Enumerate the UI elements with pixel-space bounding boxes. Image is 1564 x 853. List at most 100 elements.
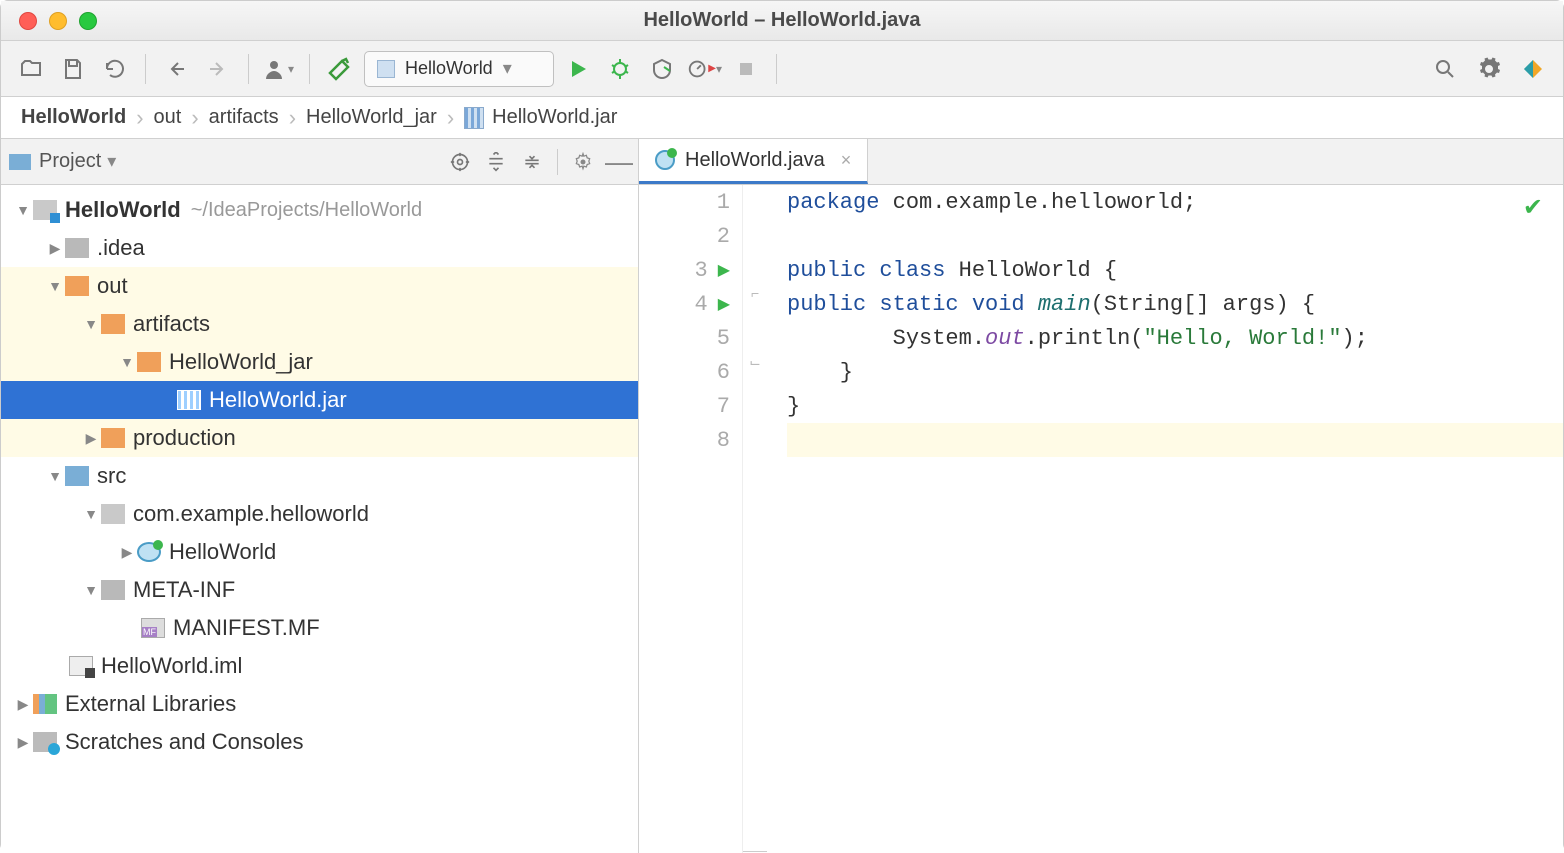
- run-gutter-icon[interactable]: ▶: [718, 294, 730, 314]
- collapse-arrow-icon[interactable]: ▼: [117, 354, 137, 370]
- coverage-icon[interactable]: [644, 51, 680, 87]
- collapse-arrow-icon[interactable]: ▼: [81, 316, 101, 332]
- chevron-right-icon: ›: [136, 105, 143, 131]
- expand-arrow-icon[interactable]: ▶: [45, 240, 65, 257]
- line-number: 7: [717, 394, 730, 419]
- forward-icon[interactable]: [200, 51, 236, 87]
- tree-file-iml[interactable]: HelloWorld.iml: [1, 647, 638, 685]
- editor-area: HelloWorld.java × 1 2 3▶ 4▶ 5 6 7 8 ⌐ ⌙: [639, 139, 1563, 853]
- breadcrumb-item[interactable]: out: [154, 106, 182, 129]
- breadcrumb: HelloWorld › out › artifacts › HelloWorl…: [1, 97, 1563, 139]
- collapse-arrow-icon[interactable]: ▼: [81, 506, 101, 522]
- project-view-icon: [9, 154, 31, 170]
- stop-icon[interactable]: [728, 51, 764, 87]
- class-icon: [137, 542, 161, 562]
- tree-project-root[interactable]: ▼ HelloWorld ~/IdeaProjects/HelloWorld: [1, 191, 638, 229]
- run-icon[interactable]: [560, 51, 596, 87]
- gear-icon[interactable]: [1471, 51, 1507, 87]
- libraries-icon: [33, 694, 57, 714]
- line-number: 6: [717, 360, 730, 385]
- toolbar-separator: [776, 54, 777, 84]
- tree-folder-production[interactable]: ▶ production: [1, 419, 638, 457]
- tree-external-libraries[interactable]: ▶ External Libraries: [1, 685, 638, 723]
- collapse-all-icon[interactable]: [521, 151, 543, 173]
- build-icon[interactable]: [322, 51, 358, 87]
- project-panel-title[interactable]: Project: [39, 150, 101, 173]
- fold-icon[interactable]: ⌐: [743, 287, 767, 321]
- profile-icon[interactable]: ▶▾: [686, 51, 722, 87]
- jetbrains-icon[interactable]: [1515, 51, 1551, 87]
- run-gutter-icon[interactable]: ▶: [718, 260, 730, 280]
- hide-icon[interactable]: —: [608, 151, 630, 173]
- iml-icon: [69, 656, 93, 676]
- code-content[interactable]: ✔ package com.example.helloworld; public…: [767, 185, 1563, 853]
- tree-scratches[interactable]: ▶ Scratches and Consoles: [1, 723, 638, 761]
- save-icon[interactable]: [55, 51, 91, 87]
- tree-label: META-INF: [133, 577, 235, 603]
- breadcrumb-item[interactable]: HelloWorld: [21, 106, 126, 129]
- tab-label: HelloWorld.java: [685, 149, 825, 172]
- breadcrumb-item[interactable]: artifacts: [209, 106, 279, 129]
- toolbar-separator: [309, 54, 310, 84]
- line-number: 4: [694, 292, 707, 317]
- expand-arrow-icon[interactable]: ▶: [13, 734, 33, 751]
- tree-folder-src[interactable]: ▼ src: [1, 457, 638, 495]
- breadcrumb-item[interactable]: HelloWorld.jar: [464, 106, 617, 129]
- folder-icon: [65, 238, 89, 258]
- back-icon[interactable]: [158, 51, 194, 87]
- inspection-ok-icon[interactable]: ✔: [1523, 193, 1543, 223]
- tree-label: .idea: [97, 235, 145, 261]
- chevron-right-icon: ›: [191, 105, 198, 131]
- tree-folder-jar[interactable]: ▼ HelloWorld_jar: [1, 343, 638, 381]
- tree-folder-out[interactable]: ▼ out: [1, 267, 638, 305]
- tree-label: HelloWorld_jar: [169, 349, 313, 375]
- scratches-icon: [33, 732, 57, 752]
- tree-file-jar[interactable]: HelloWorld.jar: [1, 381, 638, 419]
- gear-icon[interactable]: [572, 151, 594, 173]
- breadcrumb-item[interactable]: HelloWorld_jar: [306, 106, 437, 129]
- fold-column: ⌐ ⌙: [743, 185, 767, 853]
- chevron-down-icon: ▾: [503, 58, 512, 79]
- tree-package[interactable]: ▼ com.example.helloworld: [1, 495, 638, 533]
- code-editor[interactable]: 1 2 3▶ 4▶ 5 6 7 8 ⌐ ⌙ ✔ package com.exam…: [639, 185, 1563, 853]
- tree-file-manifest[interactable]: MANIFEST.MF: [1, 609, 638, 647]
- run-config-selector[interactable]: HelloWorld ▾: [364, 51, 554, 87]
- collapse-arrow-icon[interactable]: ▼: [13, 202, 33, 218]
- collapse-arrow-icon[interactable]: ▼: [81, 582, 101, 598]
- user-icon[interactable]: ▾: [261, 51, 297, 87]
- folder-icon: [137, 352, 161, 372]
- module-icon: [33, 200, 57, 220]
- expand-arrow-icon[interactable]: ▶: [117, 544, 137, 561]
- tree-class[interactable]: ▶ HelloWorld: [1, 533, 638, 571]
- titlebar: HelloWorld – HelloWorld.java: [1, 1, 1563, 41]
- tree-folder-metainf[interactable]: ▼ META-INF: [1, 571, 638, 609]
- tree-folder-idea[interactable]: ▶ .idea: [1, 229, 638, 267]
- expand-arrow-icon[interactable]: ▶: [13, 696, 33, 713]
- folder-icon: [101, 314, 125, 334]
- chevron-right-icon: ›: [289, 105, 296, 131]
- folder-icon: [101, 428, 125, 448]
- line-number: 2: [717, 224, 730, 249]
- fold-icon[interactable]: ⌙: [743, 355, 767, 389]
- expand-arrow-icon[interactable]: ▶: [81, 430, 101, 447]
- tree-folder-artifacts[interactable]: ▼ artifacts: [1, 305, 638, 343]
- chevron-down-icon[interactable]: ▾: [107, 151, 116, 172]
- locate-icon[interactable]: [449, 151, 471, 173]
- tree-path: ~/IdeaProjects/HelloWorld: [191, 199, 422, 222]
- tree-label: src: [97, 463, 126, 489]
- chevron-right-icon: ›: [447, 105, 454, 131]
- search-icon[interactable]: [1427, 51, 1463, 87]
- tree-label: HelloWorld.iml: [101, 653, 242, 679]
- collapse-arrow-icon[interactable]: ▼: [45, 278, 65, 294]
- editor-tab[interactable]: HelloWorld.java ×: [639, 139, 868, 184]
- collapse-arrow-icon[interactable]: ▼: [45, 468, 65, 484]
- debug-icon[interactable]: [602, 51, 638, 87]
- tree-label: External Libraries: [65, 691, 236, 717]
- close-icon[interactable]: ×: [841, 150, 852, 171]
- app-icon: [377, 60, 395, 78]
- refresh-icon[interactable]: [97, 51, 133, 87]
- tree-label: Scratches and Consoles: [65, 729, 303, 755]
- expand-all-icon[interactable]: [485, 151, 507, 173]
- run-config-name: HelloWorld: [405, 58, 493, 79]
- open-icon[interactable]: [13, 51, 49, 87]
